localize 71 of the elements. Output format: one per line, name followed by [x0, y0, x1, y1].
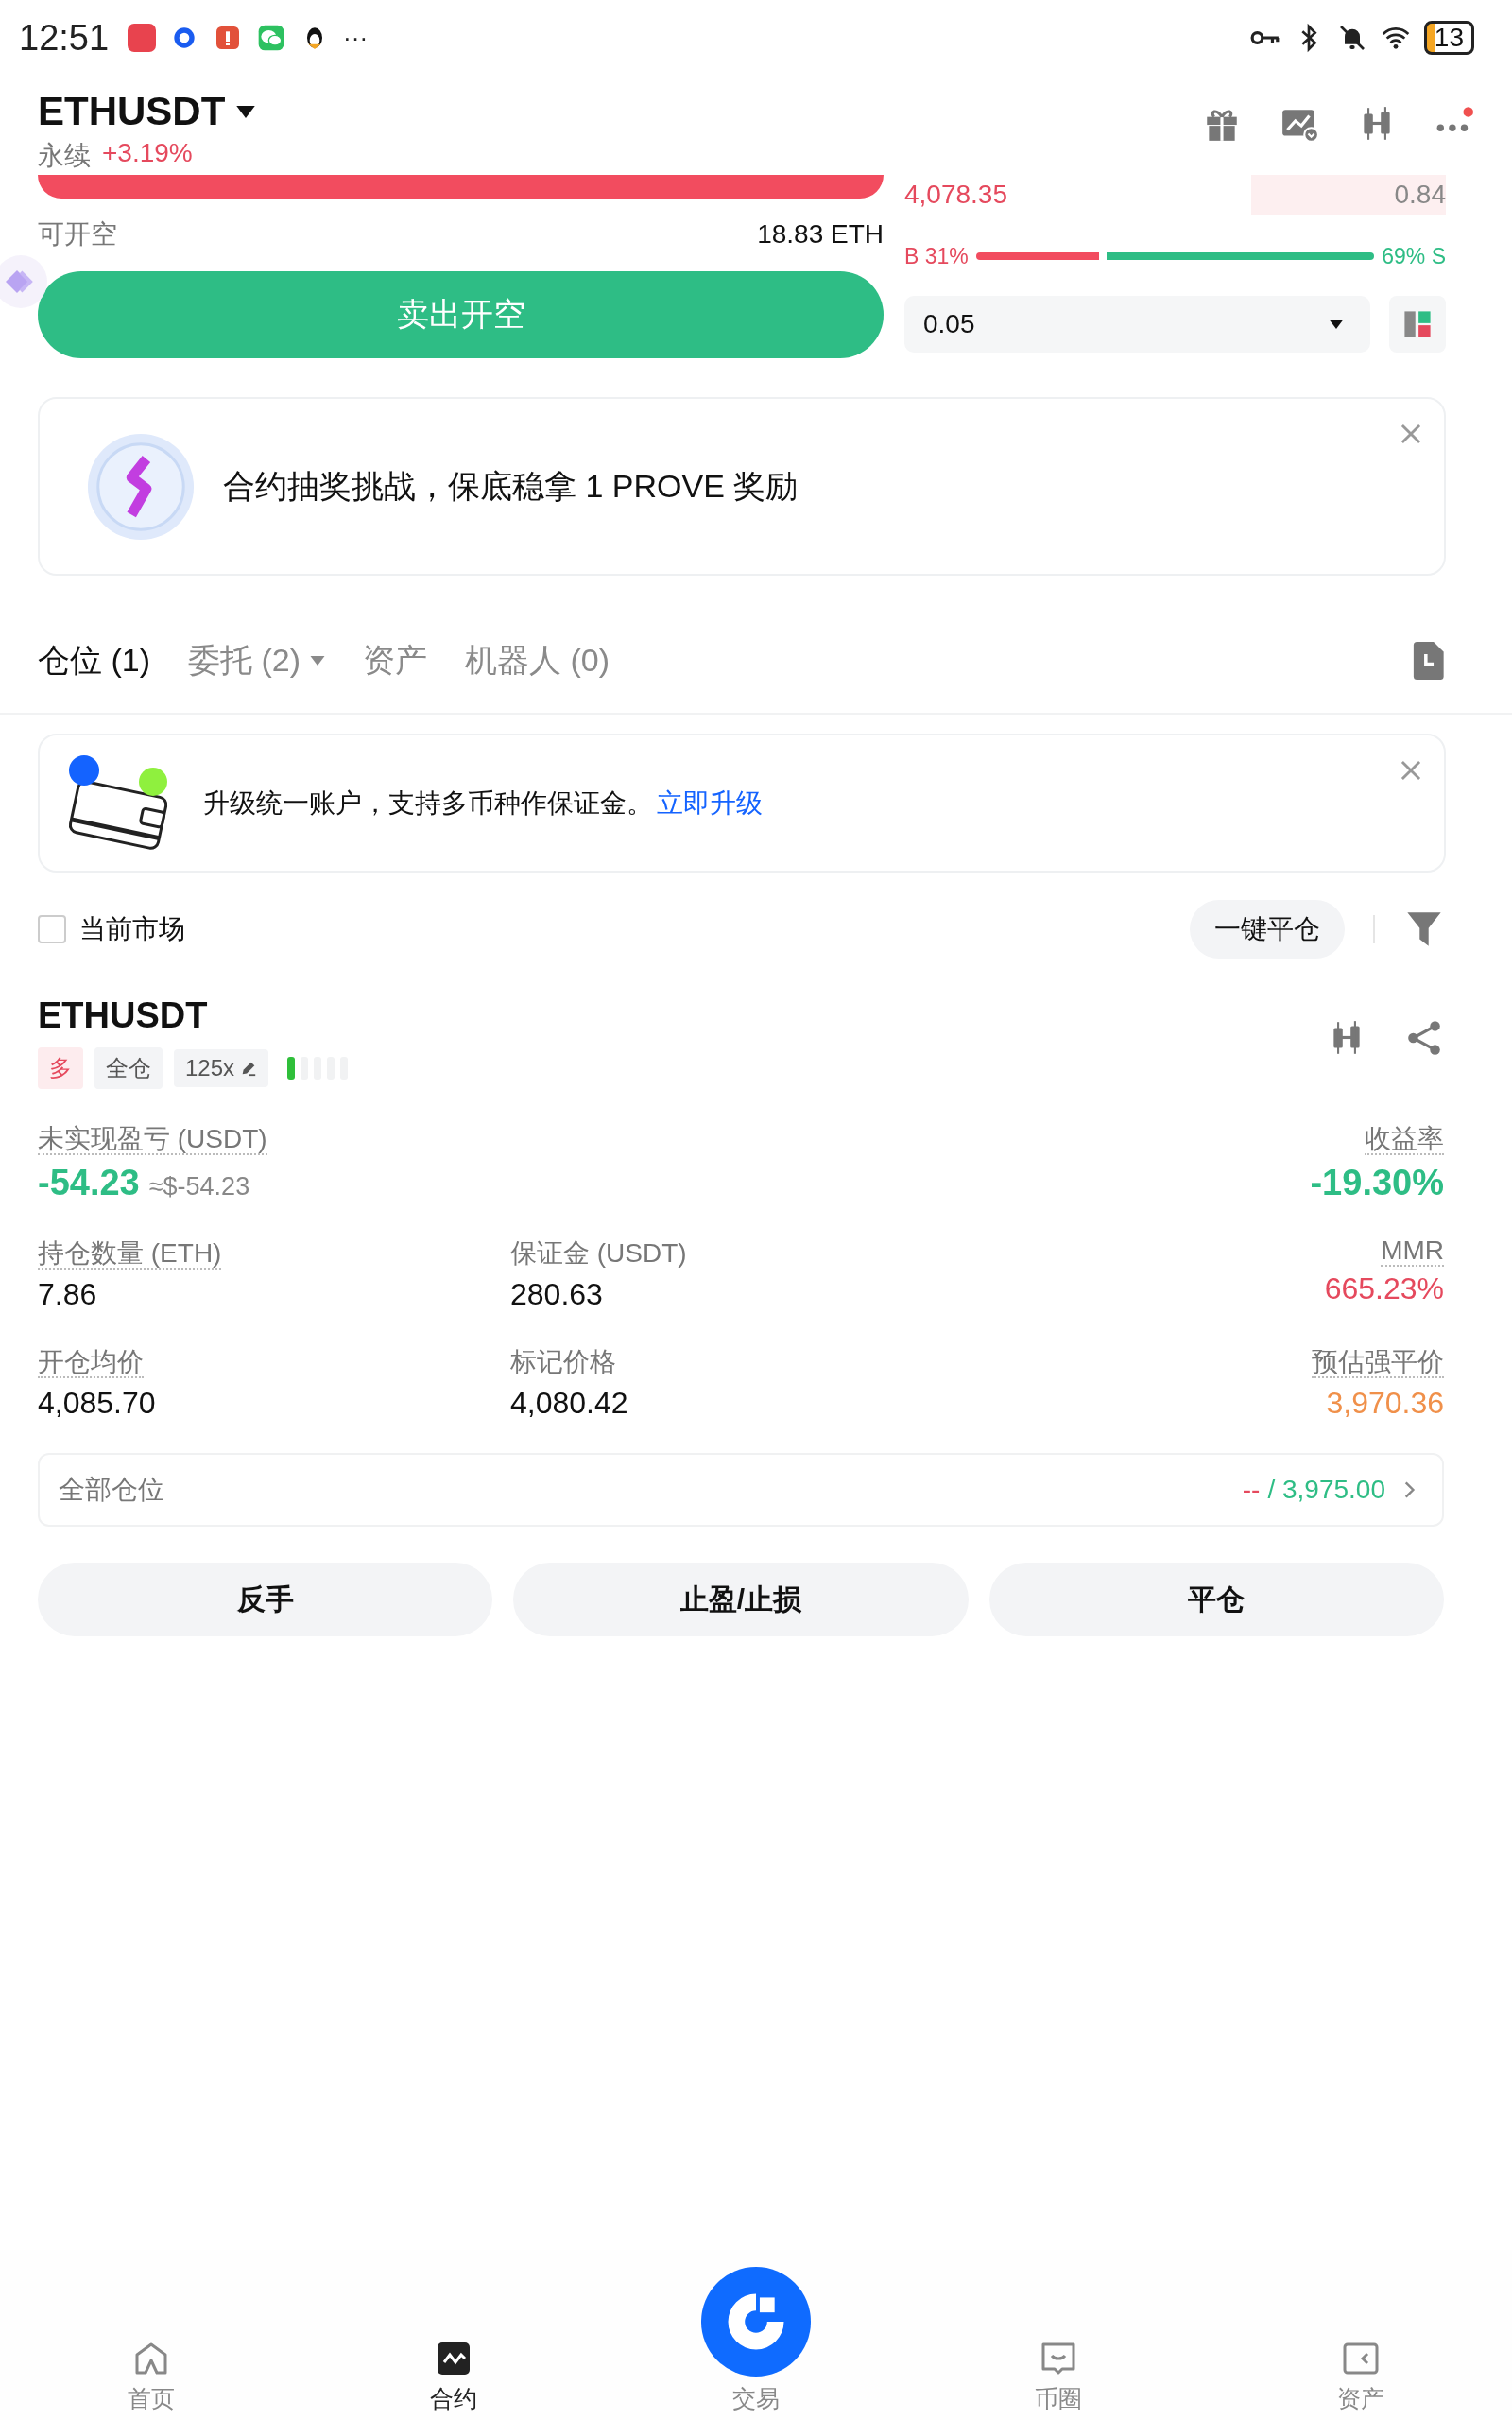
available-amount: 18.83 ETH: [757, 218, 884, 250]
promo-text: 合约抽奖挑战，保底稳拿 1 PROVE 奖励: [223, 466, 799, 506]
metric-value: 4,085.70: [38, 1386, 156, 1421]
position-tag: 全仓: [94, 1047, 163, 1089]
upgrade-link[interactable]: 立即升级: [657, 785, 763, 821]
metric-label[interactable]: 预估强平价: [1312, 1347, 1444, 1378]
market-symbol[interactable]: ETHUSDT: [38, 89, 226, 134]
metric-label: 标记价格: [510, 1347, 616, 1376]
price-change: +3.19%: [102, 138, 193, 169]
position-tab[interactable]: 资产: [363, 639, 427, 683]
metric-label[interactable]: 收益率: [1365, 1124, 1444, 1155]
close-icon[interactable]: [1399, 422, 1423, 446]
nav-tab[interactable]: 资产: [1210, 2250, 1512, 2420]
metric-label[interactable]: 未实现盈亏 (USDT): [38, 1124, 267, 1155]
position-tag: 多: [38, 1047, 83, 1089]
close-all-button[interactable]: 一键平仓: [1190, 900, 1345, 959]
edit-icon: [240, 1060, 258, 1077]
filter-icon[interactable]: [1407, 910, 1441, 948]
caret-icon[interactable]: [236, 105, 256, 118]
take-profit-value: --: [1242, 1475, 1261, 1505]
all-positions-row[interactable]: 全部仓位 -- / 3,975.00: [38, 1453, 1444, 1527]
sell-short-button[interactable]: 卖出开空: [38, 271, 884, 358]
metric-value: -54.23: [38, 1163, 140, 1203]
metric-label[interactable]: MMR: [1381, 1236, 1444, 1267]
position-tab[interactable]: 委托 (2): [188, 639, 325, 683]
battery-indicator: 13: [1423, 21, 1474, 55]
clock-time: 12:51: [19, 17, 110, 59]
nav-tab[interactable]: 币圈: [907, 2250, 1210, 2420]
metric-label[interactable]: 开仓均价: [38, 1347, 144, 1378]
nav-tab[interactable]: 合约: [302, 2250, 605, 2420]
position-symbol: ETHUSDT: [38, 995, 209, 1036]
position-tab[interactable]: 仓位 (1): [38, 639, 150, 683]
caret-icon: [1329, 320, 1344, 329]
sell-ratio: 69% S: [1382, 243, 1446, 269]
position-tab[interactable]: 机器人 (0): [465, 639, 610, 683]
close-icon[interactable]: [1399, 758, 1423, 783]
position-tag[interactable]: 125x: [174, 1049, 269, 1087]
pulse-chart-icon: [435, 2340, 472, 2377]
promo-card[interactable]: 合约抽奖挑战，保底稳拿 1 PROVE 奖励: [38, 397, 1446, 576]
buy-ratio: B 31%: [904, 243, 969, 269]
nav-tab[interactable]: 交易: [605, 2250, 907, 2420]
metric-value: 280.63: [510, 1277, 603, 1312]
metric-label: 保证金 (USDT): [510, 1238, 687, 1268]
app-notification-icon: [128, 24, 157, 52]
current-market-label[interactable]: 当前市场: [79, 911, 185, 947]
contract-type: 永续: [38, 140, 91, 172]
quantity-dropdown[interactable]: 0.05: [904, 296, 1370, 353]
metric-value: 3,970.36: [1326, 1386, 1444, 1421]
ask-price[interactable]: 4,078.35: [904, 180, 1007, 210]
ask-quantity: 0.84: [1394, 180, 1446, 210]
metric-value: -19.30%: [1310, 1163, 1444, 1203]
trade-logo-icon: [700, 2266, 812, 2377]
more-notifications: ···: [343, 23, 369, 53]
metric-value: 7.86: [38, 1277, 97, 1312]
checkbox[interactable]: [38, 915, 66, 943]
all-positions-label: 全部仓位: [59, 1474, 164, 1506]
nav-tab[interactable]: 首页: [0, 2250, 302, 2420]
notice-text: 升级统一账户，支持多币种作保证金。: [203, 786, 653, 820]
layout-button[interactable]: [1389, 296, 1446, 353]
position-action-button[interactable]: 平仓: [988, 1563, 1444, 1636]
layout-icon: [1401, 308, 1434, 340]
position-action-button[interactable]: 止盈/止损: [513, 1563, 969, 1636]
chevron-right-icon: [1402, 1479, 1416, 1500]
position-action-button[interactable]: 反手: [38, 1563, 493, 1636]
stop-loss-value: / 3,975.00: [1267, 1475, 1385, 1505]
metric-value: 665.23%: [1324, 1271, 1444, 1306]
metric-label[interactable]: 持仓数量 (ETH): [38, 1238, 222, 1270]
available-label: 可开空: [38, 217, 117, 251]
metric-value: 4,080.42: [510, 1386, 628, 1421]
caret-icon: [310, 656, 325, 666]
usd-estimate: ≈$-54.23: [148, 1172, 250, 1201]
